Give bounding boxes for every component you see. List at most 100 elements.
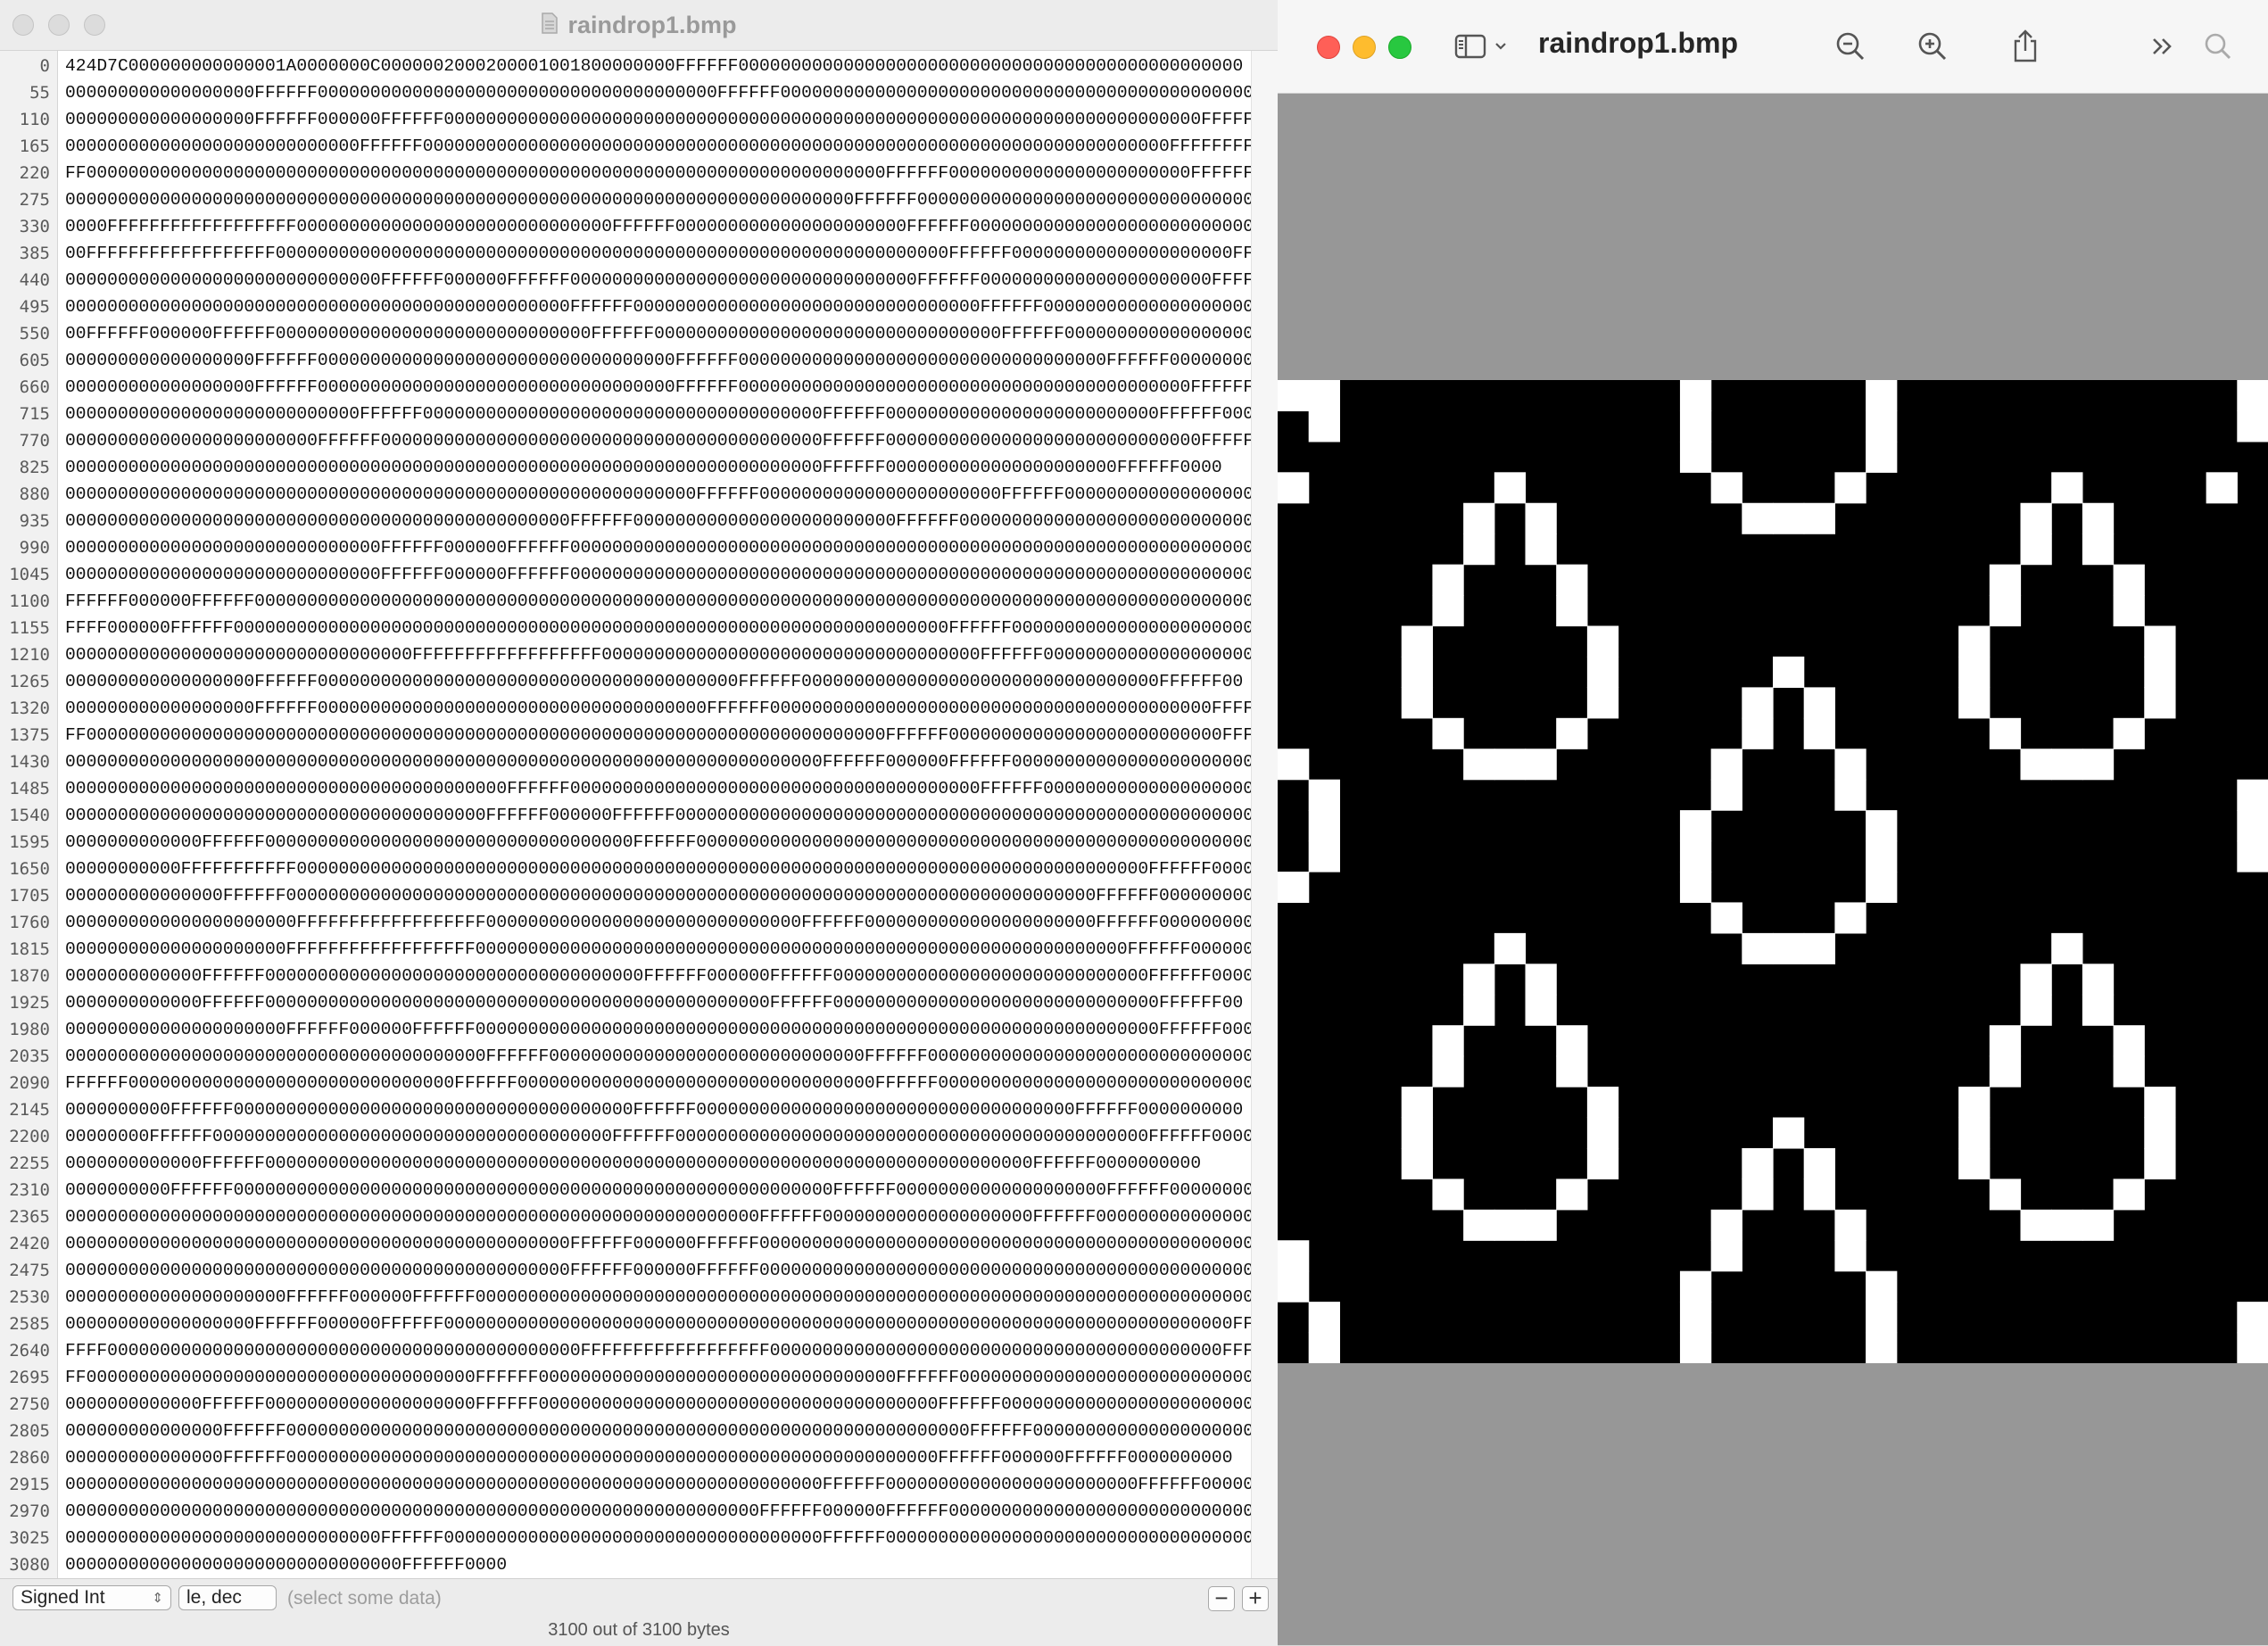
zoom-in-icon[interactable] (1913, 27, 1952, 66)
hex-row[interactable]: 0000FFFFFFFFFFFFFFFFFF000000000000000000… (65, 213, 1278, 240)
hex-row[interactable]: FF00000000000000000000000000000000000000… (65, 160, 1254, 186)
bitmap-pixel (1308, 1332, 1340, 1363)
hex-row[interactable]: 0000000000000000000000000000000000000000… (65, 1230, 1254, 1257)
hex-row[interactable]: 000000000000000000000FFFFFF000000FFFFFF0… (65, 1016, 1278, 1043)
hex-row[interactable]: 0000000000000000000000000000000000000000… (65, 454, 1222, 481)
hex-row[interactable]: FF00000000000000000000000000000000000000… (65, 722, 1278, 749)
hex-row[interactable]: 000000000000000000FFFFFF0000000000000000… (65, 79, 1278, 106)
window-title: raindrop1.bmp (1538, 27, 1739, 59)
hex-row[interactable]: 00FFFFFFFFFFFFFFFFFF00000000000000000000… (65, 240, 1278, 267)
sidebar-icon[interactable] (1453, 27, 1488, 66)
hex-row[interactable]: 0000000000000000000000000000000000000000… (65, 1043, 1264, 1070)
hex-row[interactable]: FFFF000000FFFFFF000000000000000000000000… (65, 615, 1264, 641)
hex-row[interactable]: 0000000000000000000000000000000000000000… (65, 1257, 1264, 1284)
hex-row[interactable]: 000000000000000000000000000000FFFFFF0000… (65, 561, 1264, 588)
hex-row[interactable]: 000000000000000000FFFFFF0000000000000000… (65, 668, 1243, 695)
hex-row[interactable]: 000000000000000000FFFFFF000000FFFFFF0000… (65, 1311, 1254, 1337)
hex-row[interactable]: 000000000000000000FFFFFF0000000000000000… (65, 374, 1278, 401)
bitmap-pixel (1525, 502, 1557, 534)
endianness-label: le, dec (186, 1587, 242, 1608)
bitmap-pixel (1308, 810, 1340, 842)
bitmap-pixel (1958, 656, 1991, 688)
line-offset: 990 (19, 538, 50, 558)
line-offset: 1705 (9, 886, 50, 906)
share-icon[interactable] (2006, 27, 2045, 66)
bitmap-pixel (1773, 502, 1805, 534)
bitmap-pixel (2113, 1055, 2145, 1088)
hex-row[interactable]: 0000000000000FFFFFF00000000000000000000F… (65, 1391, 1278, 1418)
hex-scrollbar[interactable] (1251, 51, 1278, 1578)
hex-row[interactable]: 000000000000000000000000000000FFFFFF0000… (65, 1525, 1264, 1551)
hex-row[interactable]: FFFFFF0000000000000000000000000000000FFF… (65, 1070, 1264, 1096)
hex-row[interactable]: 000000000000000FFFFFF0000000000000000000… (65, 1444, 1233, 1471)
hex-row[interactable]: 0000000000000000000000FFFFFFFFFFFFFFFFFF… (65, 909, 1264, 936)
minimize-icon[interactable] (1353, 36, 1376, 59)
bitmap-pixel (2113, 1179, 2145, 1211)
data-type-select[interactable]: Signed Int ⇕ (12, 1585, 171, 1610)
hex-row[interactable]: 0000000000000000000000000000000000000000… (65, 775, 1275, 802)
hex-row[interactable]: 00FFFFFF000000FFFFFF00000000000000000000… (65, 320, 1278, 347)
hex-row[interactable]: FF0000000000000000000000000000000000000F… (65, 1364, 1264, 1391)
hex-row[interactable]: 000000000000000000000FFFFFFFFFFFFFFFFFF0… (65, 936, 1264, 963)
hex-row[interactable]: 0000000000000000000000000000000000000000… (65, 1203, 1275, 1230)
hex-row[interactable]: 424D7C000000000000001A0000000C0000002000… (65, 53, 1243, 79)
line-offset: 2750 (9, 1394, 50, 1414)
zoom-out-icon[interactable] (1831, 27, 1870, 66)
bitmap-pixel (2237, 840, 2268, 873)
hex-row[interactable]: 000000000000000000FFFFFF000000FFFFFF0000… (65, 106, 1278, 133)
hex-row[interactable]: 000000000000000FFFFFF0000000000000000000… (65, 882, 1254, 909)
bitmap-pixel (1494, 932, 1527, 964)
bitmap-pixel (1773, 656, 1805, 688)
hex-view[interactable]: 0 55 110 165 220 275 330 385 440 495 550 605 660 715 7… (0, 51, 1278, 1578)
hex-row[interactable]: 000000000000000000000000000000FFFFFF0000… (65, 534, 1264, 561)
hex-row[interactable]: 000000000000000000FFFFFF0000000000000000… (65, 695, 1254, 722)
plus-button[interactable]: + (1242, 1586, 1269, 1611)
more-tools-icon[interactable] (2145, 27, 2181, 66)
hex-row[interactable]: 0000000000000000000000000000000000000000… (65, 802, 1275, 829)
hex-row[interactable]: FFFF000000000000000000000000000000000000… (65, 1337, 1264, 1364)
hex-row[interactable]: 0000000000000FFFFFF000000000000000000000… (65, 1150, 1201, 1177)
hex-row[interactable]: 0000000000000000000000000000FFFFFF000000… (65, 401, 1278, 427)
hex-row[interactable]: 0000000000000FFFFFF000000000000000000000… (65, 829, 1264, 856)
hex-row[interactable]: 000000000000000000000FFFFFF000000FFFFFF0… (65, 1284, 1264, 1311)
hex-row[interactable]: 0000000000000FFFFFF000000000000000000000… (65, 989, 1243, 1016)
bitmap-pixel (1834, 779, 1867, 811)
bitmap-pixel (1556, 1025, 1588, 1057)
search-icon[interactable] (2200, 27, 2236, 66)
bitmap-pixel (2082, 994, 2115, 1026)
hex-row[interactable]: 0000000000FFFFFF000000000000000000000000… (65, 1096, 1243, 1123)
endianness-field[interactable]: le, dec (178, 1585, 277, 1610)
hex-row[interactable]: 0000000000000000000000000000000000000000… (65, 508, 1278, 534)
hex-row[interactable]: 0000000000FFFFFF000000000000000000000000… (65, 1177, 1275, 1203)
hex-row[interactable]: 0000000000000000000000000000000000000000… (65, 294, 1278, 320)
bitmap-image[interactable] (1278, 380, 2268, 1363)
hex-row[interactable]: 00000000FFFFFF00000000000000000000000000… (65, 1123, 1278, 1150)
bitmap-pixel (1710, 472, 1742, 504)
hex-row[interactable]: 00000000000000000000000000000000FFFFFF00… (65, 1551, 507, 1578)
hex-row[interactable]: 0000000000000000000000000000FFFFFF000000… (65, 133, 1264, 160)
hex-row[interactable]: FFFFFF000000FFFFFF0000000000000000000000… (65, 588, 1275, 615)
close-icon[interactable] (1317, 36, 1340, 59)
bitmap-pixel (1432, 1055, 1464, 1088)
hex-row[interactable]: 000000000000000000000000FFFFFF0000000000… (65, 427, 1278, 454)
hex-row[interactable]: 0000000000000000000000000000000000000000… (65, 481, 1278, 508)
hex-row[interactable]: 00000000000FFFFFFFFFFF000000000000000000… (65, 856, 1254, 882)
hex-row[interactable]: 000000000000000FFFFFF0000000000000000000… (65, 1418, 1264, 1444)
hex-row[interactable]: 000000000000000000FFFFFF0000000000000000… (65, 347, 1278, 374)
bitmap-pixel (1586, 1147, 1619, 1179)
chevron-down-icon[interactable] (1492, 27, 1510, 66)
bitmap-pixel (2051, 1209, 2083, 1241)
hex-row[interactable]: 0000000000000000000000000000000000000000… (65, 186, 1275, 213)
hex-row[interactable]: 0000000000000000000000000000000000000000… (65, 1498, 1275, 1525)
bitmap-pixel (1989, 1055, 2022, 1088)
bitmap-pixel (1866, 410, 1898, 443)
hex-row[interactable]: 000000000000000000000000000000000FFFFFFF… (65, 641, 1275, 668)
hex-row[interactable]: 0000000000000FFFFFF000000000000000000000… (65, 963, 1278, 989)
minus-button[interactable]: − (1208, 1586, 1235, 1611)
line-offset: 2585 (9, 1314, 50, 1334)
zoom-window-icon[interactable] (1388, 36, 1411, 59)
line-offset: 2090 (9, 1073, 50, 1093)
hex-row[interactable]: 0000000000000000000000000000000000000000… (65, 749, 1275, 775)
hex-row[interactable]: 000000000000000000000000000000FFFFFF0000… (65, 267, 1278, 294)
hex-row[interactable]: 0000000000000000000000000000000000000000… (65, 1471, 1278, 1498)
